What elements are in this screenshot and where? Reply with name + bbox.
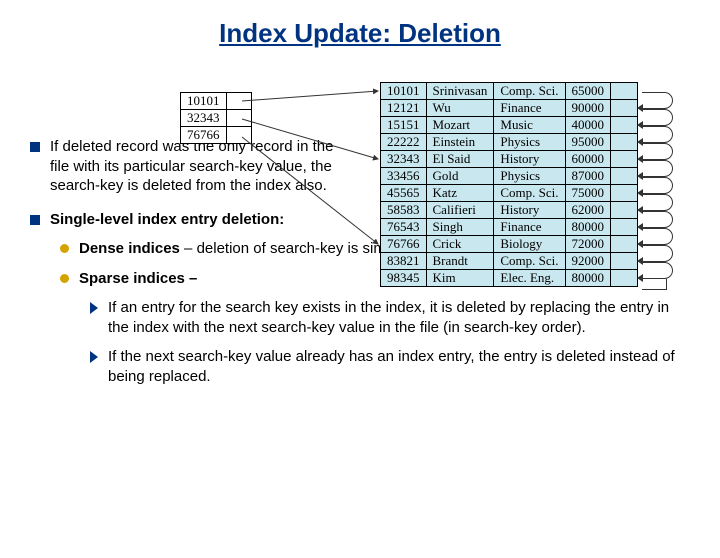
record-pointer-cell (611, 151, 638, 168)
record-cell: 80000 (565, 219, 611, 236)
dot-bullet-icon (60, 274, 69, 283)
record-cell: 60000 (565, 151, 611, 168)
record-pointer-cell (611, 202, 638, 219)
index-key: 10101 (181, 93, 227, 110)
record-cell: 90000 (565, 100, 611, 117)
record-cell: 95000 (565, 134, 611, 151)
next-pointer-icon (642, 92, 673, 109)
record-cell: 10101 (381, 83, 427, 100)
record-pointer-cell (611, 117, 638, 134)
record-cell: Biology (494, 236, 565, 253)
record-cell: 45565 (381, 185, 427, 202)
index-key: 32343 (181, 110, 227, 127)
next-pointer-icon (642, 228, 673, 245)
record-cell: Brandt (426, 253, 494, 270)
next-pointer-icon (642, 194, 673, 211)
record-cell: Elec. Eng. (494, 270, 565, 287)
page-title: Index Update: Deletion (0, 18, 720, 49)
bullet-text: If an entry for the search key exists in… (108, 298, 690, 337)
record-cell: 12121 (381, 100, 427, 117)
record-cell: 32343 (381, 151, 427, 168)
record-cell: Crick (426, 236, 494, 253)
record-pointer-cell (611, 219, 638, 236)
next-pointer-icon (642, 262, 673, 279)
record-pointer-cell (611, 270, 638, 287)
record-cell: 76543 (381, 219, 427, 236)
next-pointer-icon (642, 279, 667, 290)
record-cell: 75000 (565, 185, 611, 202)
record-cell: Comp. Sci. (494, 253, 565, 270)
record-pointer-cell (611, 100, 638, 117)
record-cell: Kim (426, 270, 494, 287)
next-pointer-icon (642, 126, 673, 143)
record-cell: Comp. Sci. (494, 83, 565, 100)
record-cell: Katz (426, 185, 494, 202)
next-pointer-icon (642, 211, 673, 228)
bullet-text: If the next search-key value already has… (108, 347, 690, 386)
record-cell: Finance (494, 100, 565, 117)
record-cell: 40000 (565, 117, 611, 134)
record-cell: History (494, 202, 565, 219)
square-bullet-icon (30, 142, 40, 152)
next-pointer-icon (642, 177, 673, 194)
next-pointer-icon (642, 160, 673, 177)
record-pointer-cell (611, 168, 638, 185)
record-cell: 58583 (381, 202, 427, 219)
record-pointer-cell (611, 83, 638, 100)
record-cell: Finance (494, 219, 565, 236)
record-cell: 15151 (381, 117, 427, 134)
record-pointer-cell (611, 253, 638, 270)
record-cell: 83821 (381, 253, 427, 270)
record-cell: Comp. Sci. (494, 185, 565, 202)
record-cell: 92000 (565, 253, 611, 270)
record-pointer-cell (611, 134, 638, 151)
record-cell: Mozart (426, 117, 494, 134)
record-cell: 80000 (565, 270, 611, 287)
record-cell: 76766 (381, 236, 427, 253)
record-cell: Wu (426, 100, 494, 117)
square-bullet-icon (30, 215, 40, 225)
record-cell: Singh (426, 219, 494, 236)
index-key: 76766 (181, 127, 227, 144)
next-pointer-icon (642, 109, 673, 126)
record-cell: 98345 (381, 270, 427, 287)
record-cell: Einstein (426, 134, 494, 151)
record-cell: 62000 (565, 202, 611, 219)
record-pointer-cell (611, 236, 638, 253)
record-cell: 33456 (381, 168, 427, 185)
record-cell: Gold (426, 168, 494, 185)
arrow-bullet-icon (90, 351, 98, 363)
dot-bullet-icon (60, 244, 69, 253)
record-cell: Music (494, 117, 565, 134)
records-table: 10101SrinivasanComp. Sci.6500012121WuFin… (380, 82, 638, 287)
record-cell: Srinivasan (426, 83, 494, 100)
record-cell: Physics (494, 134, 565, 151)
record-cell: 72000 (565, 236, 611, 253)
record-cell: 22222 (381, 134, 427, 151)
record-pointer-cell (611, 185, 638, 202)
record-cell: History (494, 151, 565, 168)
record-cell: 65000 (565, 83, 611, 100)
record-cell: Califieri (426, 202, 494, 219)
arrow-bullet-icon (90, 302, 98, 314)
sparse-index-table: 10101 32343 76766 (180, 92, 252, 144)
next-pointer-icon (642, 245, 673, 262)
record-cell: 87000 (565, 168, 611, 185)
record-cell: Physics (494, 168, 565, 185)
index-diagram: 10101 32343 76766 10101SrinivasanComp. S… (180, 82, 680, 302)
record-cell: El Said (426, 151, 494, 168)
next-pointer-icon (642, 143, 673, 160)
